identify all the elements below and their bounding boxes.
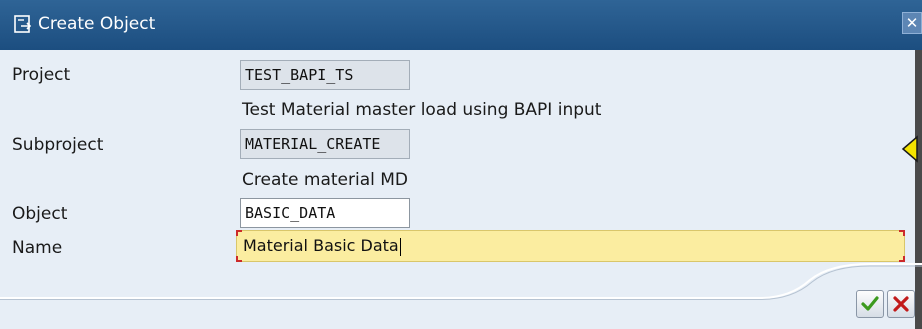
- project-label: Project: [12, 65, 71, 85]
- footer-divider: [0, 263, 922, 300]
- create-object-icon: [14, 15, 32, 33]
- name-input[interactable]: Material Basic Data: [236, 230, 905, 262]
- annotation-arrow-icon: [901, 135, 918, 163]
- project-field: TEST_BAPI_TS: [240, 60, 410, 90]
- text-cursor: [399, 237, 401, 256]
- name-input-value: Material Basic Data: [243, 236, 399, 255]
- title-bar: Create Object ✕: [0, 0, 922, 50]
- subproject-description: Create material MD: [242, 170, 409, 190]
- ok-button[interactable]: [856, 290, 884, 318]
- cancel-x-icon: [893, 296, 909, 312]
- required-field-mark: [236, 230, 242, 236]
- object-input[interactable]: BASIC_DATA: [240, 198, 410, 228]
- name-label: Name: [12, 238, 63, 258]
- cancel-button[interactable]: [887, 290, 915, 318]
- object-label: Object: [12, 204, 68, 224]
- close-icon[interactable]: ✕: [902, 12, 922, 34]
- window-title: Create Object: [38, 14, 156, 34]
- subproject-label: Subproject: [12, 135, 104, 155]
- subproject-field: MATERIAL_CREATE: [240, 129, 410, 159]
- required-field-mark: [899, 230, 905, 236]
- project-description: Test Material master load using BAPI inp…: [242, 100, 602, 120]
- checkmark-icon: [861, 296, 879, 311]
- create-object-dialog: Create Object ✕ Project TEST_BAPI_TS Tes…: [0, 0, 922, 329]
